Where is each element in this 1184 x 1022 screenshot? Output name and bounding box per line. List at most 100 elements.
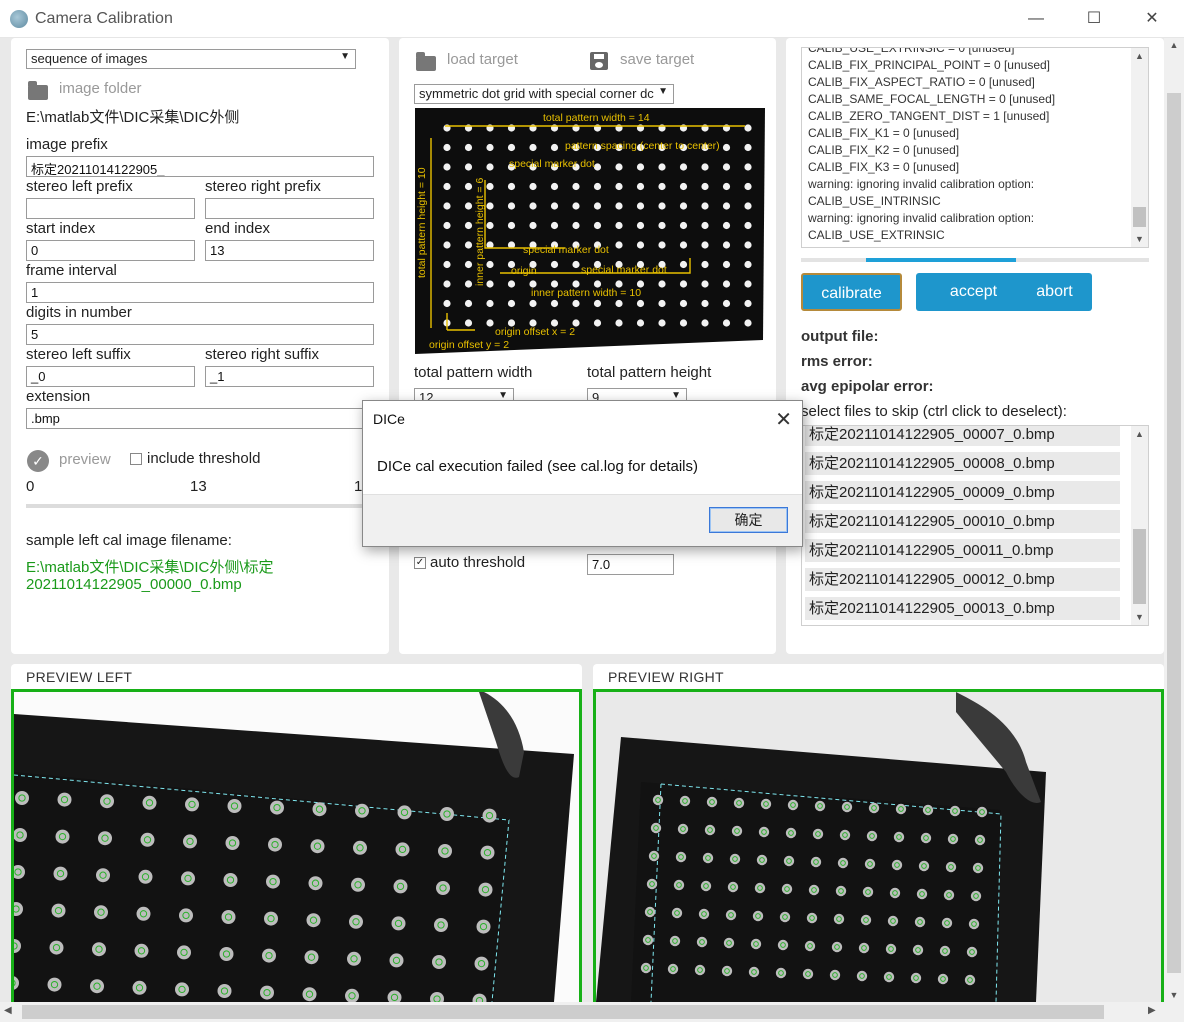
dialog-ok-button[interactable]: 确定: [709, 507, 788, 533]
skip-file-list[interactable]: 标定20211014122905_00007_0.bmp 标定2021101412…: [801, 425, 1149, 626]
dialog-title: DICe: [373, 411, 405, 427]
frame-interval-input[interactable]: 1: [26, 282, 374, 303]
file-list-item[interactable]: 标定20211014122905_00011_0.bmp: [805, 539, 1120, 562]
maximize-button[interactable]: ☐: [1071, 6, 1117, 32]
threshold-input[interactable]: 7.0: [587, 554, 674, 575]
scroll-up-icon[interactable]: ▲: [1131, 426, 1148, 442]
file-list-item[interactable]: 标定20211014122905_00010_0.bmp: [805, 510, 1120, 533]
stereo-right-prefix-input[interactable]: [205, 198, 374, 219]
close-window-button[interactable]: ✕: [1129, 6, 1175, 32]
scroll-down-icon[interactable]: ▼: [1164, 990, 1184, 1000]
target-dot: [443, 241, 451, 249]
target-dot: [722, 280, 731, 288]
frame-slider[interactable]: [26, 504, 374, 508]
target-dot: [443, 299, 451, 308]
target-dot: [486, 202, 494, 210]
start-index-input[interactable]: 0: [26, 240, 195, 261]
target-dot: [550, 143, 559, 152]
auto-threshold-label: auto threshold: [430, 554, 526, 571]
calibrate-button[interactable]: calibrate: [801, 273, 902, 311]
detected-dot: [802, 968, 814, 980]
accept-button[interactable]: accept: [916, 273, 1031, 311]
abort-button[interactable]: abort: [1017, 273, 1092, 311]
window-hscroll-thumb[interactable]: [22, 1005, 1104, 1019]
folder-icon[interactable]: [416, 52, 436, 71]
target-dot: [550, 260, 559, 269]
detected-dot: [814, 800, 826, 812]
target-dot: [701, 241, 709, 249]
preview-button[interactable]: preview: [59, 451, 111, 468]
extension-input[interactable]: .bmp: [26, 408, 374, 429]
target-dot: [722, 163, 731, 171]
end-index-input[interactable]: 13: [205, 240, 374, 261]
detected-dot: [887, 915, 899, 927]
auto-threshold-checkbox[interactable]: ✓: [414, 557, 426, 569]
scroll-down-icon[interactable]: ▼: [1131, 609, 1148, 625]
target-dot: [658, 221, 666, 230]
detected-dot: [779, 911, 791, 923]
preview-right-image[interactable]: [593, 689, 1164, 1002]
save-icon[interactable]: [590, 52, 608, 70]
file-list-scroll-thumb[interactable]: [1133, 529, 1146, 604]
skip-files-label: select files to skip (ctrl click to dese…: [801, 403, 1067, 420]
dialog-close-icon[interactable]: ✕: [775, 407, 792, 432]
log-scrollbar[interactable]: ▲ ▼: [1131, 48, 1148, 247]
save-target-button[interactable]: save target: [620, 51, 694, 68]
scroll-right-icon[interactable]: ▶: [1148, 1005, 1156, 1016]
stereo-left-prefix-label: stereo left prefix: [26, 178, 133, 195]
log-line: CALIB_FIX_K1 = 0 [unused]: [808, 126, 960, 140]
scroll-up-icon[interactable]: ▲: [1164, 40, 1184, 50]
target-dot: [464, 299, 473, 308]
source-mode-select[interactable]: sequence of images ▼: [26, 49, 356, 69]
detected-dot: [268, 837, 282, 852]
image-folder-button[interactable]: image folder: [59, 80, 142, 97]
preview-left-image[interactable]: [11, 689, 582, 1002]
load-target-button[interactable]: load target: [447, 51, 518, 68]
include-threshold-label: include threshold: [147, 450, 261, 467]
target-dot: [615, 202, 623, 210]
target-dot: [722, 221, 731, 230]
check-circle-icon[interactable]: ✓: [27, 450, 49, 472]
stereo-right-suffix-input[interactable]: _1: [205, 366, 374, 387]
detected-dot: [94, 905, 108, 920]
log-line: CALIB_USE_INTRINSIC: [808, 194, 941, 208]
file-list-scrollbar[interactable]: ▲ ▼: [1131, 426, 1148, 625]
target-dot: [679, 182, 688, 191]
window-vscroll-thumb[interactable]: [1167, 93, 1181, 973]
target-dot: [529, 299, 537, 308]
calibration-log[interactable]: CALIB_USE_EXTRINSIC = 0 [unused] CALIB_FI…: [801, 47, 1149, 248]
start-index-label: start index: [26, 220, 96, 237]
scroll-down-icon[interactable]: ▼: [1131, 231, 1148, 247]
progress-indicator: [866, 258, 1016, 262]
target-dot: [443, 280, 451, 288]
detected-dot: [731, 825, 743, 837]
detected-dot: [181, 871, 195, 886]
detected-dot: [860, 914, 872, 926]
detected-dot: [183, 834, 197, 849]
stereo-left-suffix-input[interactable]: _0: [26, 366, 195, 387]
file-list-item[interactable]: 标定20211014122905_00009_0.bmp: [805, 481, 1120, 504]
include-threshold-checkbox[interactable]: [130, 453, 142, 465]
target-type-select[interactable]: symmetric dot grid with special corner d…: [414, 84, 674, 104]
target-dot: [572, 260, 580, 269]
scroll-up-icon[interactable]: ▲: [1131, 48, 1148, 64]
log-line: CALIB_FIX_PRINCIPAL_POINT = 0 [unused]: [808, 58, 1051, 72]
preview-left-panel: PREVIEW LEFT: [11, 664, 582, 1002]
digits-input[interactable]: 5: [26, 324, 374, 345]
image-prefix-input[interactable]: 标定20211014122905_: [26, 156, 374, 177]
file-list-item[interactable]: 标定20211014122905_00008_0.bmp: [805, 452, 1120, 475]
window-vertical-scrollbar[interactable]: ▲ ▼: [1164, 38, 1184, 1002]
target-dot: [744, 260, 752, 269]
file-list-item[interactable]: 标定20211014122905_00013_0.bmp: [805, 597, 1120, 620]
detected-dot: [353, 840, 367, 855]
folder-icon[interactable]: [28, 81, 48, 100]
detected-dot: [895, 803, 907, 815]
log-scroll-thumb[interactable]: [1133, 207, 1146, 227]
minimize-button[interactable]: —: [1013, 6, 1059, 32]
target-dot: [701, 280, 709, 288]
file-list-item[interactable]: 标定20211014122905_00007_0.bmp: [805, 426, 1120, 446]
window-horizontal-scrollbar[interactable]: ◀ ▶: [0, 1002, 1164, 1022]
scroll-left-icon[interactable]: ◀: [4, 1005, 12, 1016]
stereo-left-prefix-input[interactable]: [26, 198, 195, 219]
file-list-item[interactable]: 标定20211014122905_00012_0.bmp: [805, 568, 1120, 591]
